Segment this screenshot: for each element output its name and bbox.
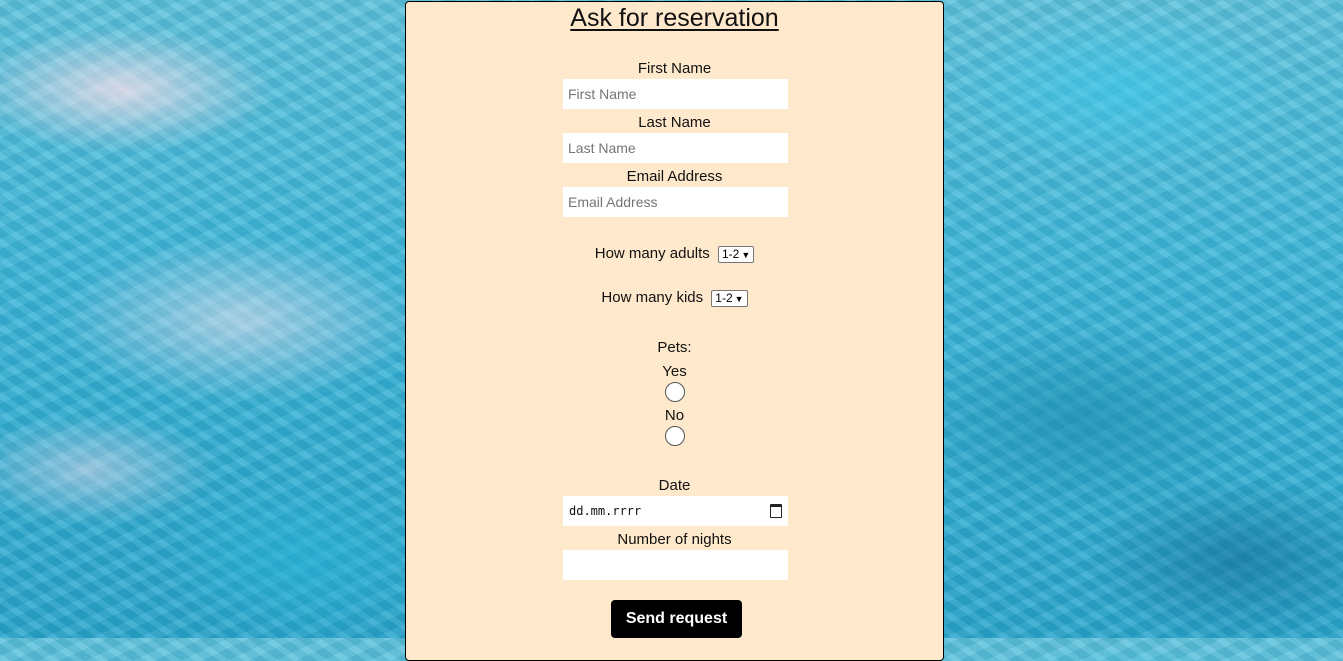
kids-select-value: 1-2 (715, 290, 733, 305)
pets-yes-label: Yes (662, 363, 687, 380)
pets-no-label: No (664, 407, 685, 424)
last-name-label: Last Name (638, 114, 711, 131)
first-name-input[interactable] (563, 79, 788, 109)
reservation-form: Ask for reservation First Name Last Name… (405, 1, 944, 661)
kids-row: How many kids 1-2 ▼ (406, 289, 943, 307)
kids-label: How many kids (601, 289, 704, 306)
last-name-input[interactable] (563, 133, 788, 163)
nights-input[interactable] (563, 550, 788, 580)
form-title: Ask for reservation (570, 4, 779, 32)
adults-select-value: 1-2 (721, 246, 740, 261)
adults-label: How many adults (594, 245, 710, 262)
chevron-down-icon: ▼ (734, 293, 744, 304)
nights-label: Number of nights (617, 531, 732, 548)
email-input[interactable] (563, 187, 788, 217)
send-request-button[interactable]: Send request (611, 600, 742, 638)
first-name-label: First Name (637, 60, 712, 77)
date-input[interactable]: dd.mm.rrrr (563, 496, 788, 526)
date-label: Date (658, 477, 691, 494)
pets-yes-radio[interactable] (665, 382, 685, 402)
pets-label: Pets: (657, 339, 692, 356)
date-placeholder: dd.mm.rrrr (569, 504, 642, 518)
email-label: Email Address (626, 168, 723, 185)
chevron-down-icon: ▼ (741, 249, 751, 260)
adults-select[interactable]: 1-2 ▼ (717, 245, 755, 263)
kids-select[interactable]: 1-2 ▼ (711, 289, 748, 307)
pets-no-radio[interactable] (665, 426, 685, 446)
calendar-icon[interactable] (770, 504, 782, 518)
adults-row: How many adults 1-2 ▼ (406, 245, 943, 263)
